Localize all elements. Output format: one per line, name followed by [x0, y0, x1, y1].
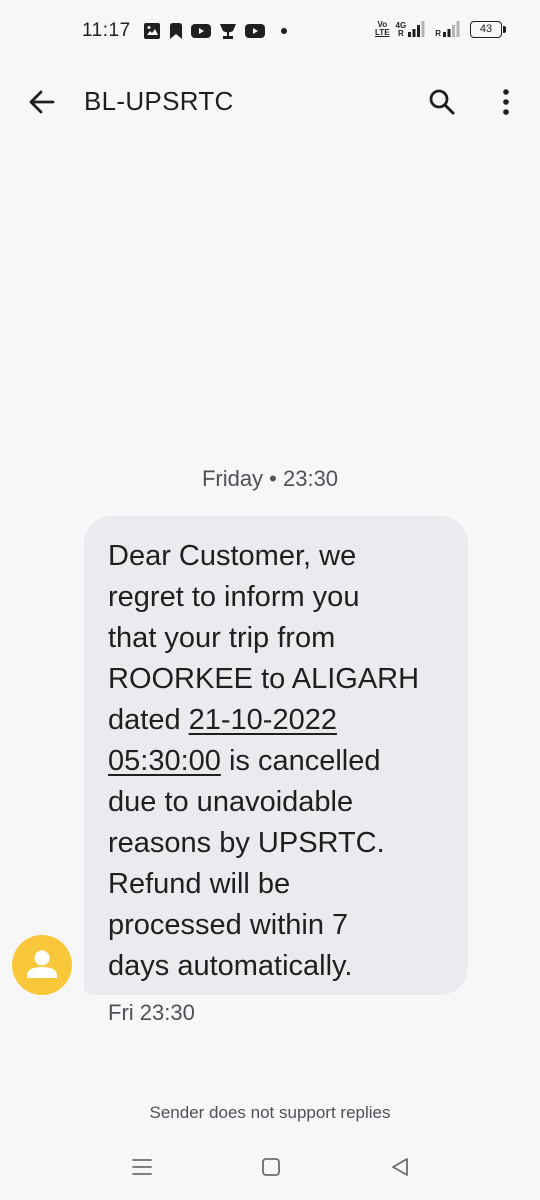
- conversation-title: BL-UPSRTC: [84, 86, 234, 116]
- status-bar: 11:17 Vo LTE 4G R R 43: [0, 0, 540, 68]
- date-divider: Friday • 23:30: [201, 466, 339, 491]
- roaming-label: R: [397, 29, 404, 38]
- youtube-icon: [191, 23, 211, 39]
- person-icon: [27, 950, 57, 978]
- youtube-icon: [245, 23, 265, 39]
- app-bar: BL-UPSRTC: [0, 68, 540, 136]
- message-text: is cancelled: [220, 745, 381, 777]
- navigation-icon: [168, 22, 184, 40]
- message-bubble[interactable]: Dear Customer, we regret to inform you t…: [84, 516, 468, 995]
- triangle-back-icon: [392, 1158, 408, 1176]
- arrow-back-icon: [29, 90, 55, 114]
- message-line: regret to inform you: [108, 581, 360, 613]
- notification-icons: [143, 22, 288, 40]
- menu-icon: [132, 1159, 152, 1175]
- more-vert-icon: [503, 89, 509, 115]
- signal-4g-indicator: 4G R: [396, 20, 426, 38]
- message-line: ROORKEE to ALIGARH: [108, 663, 420, 695]
- system-nav-bar: [0, 1140, 540, 1200]
- status-time: 11:17: [82, 20, 131, 41]
- time-link[interactable]: 05:30:00: [108, 745, 221, 777]
- battery-icon: 43: [470, 20, 506, 38]
- message-line: dated 21-10-2022: [108, 700, 448, 741]
- home-button[interactable]: [253, 1152, 289, 1182]
- signal-sim2-indicator: R: [435, 20, 460, 38]
- message-line: Refund will be: [108, 868, 291, 900]
- message-line: 05:30:00 is cancelled: [108, 741, 448, 782]
- roaming-label-2: R: [435, 29, 441, 38]
- system-icons: Vo LTE 4G R R 43: [375, 20, 506, 38]
- message-line: due to unavoidable: [108, 786, 354, 818]
- no-reply-notice: Sender does not support replies: [149, 1103, 391, 1122]
- square-icon: [262, 1158, 280, 1176]
- signal-bars-icon: [443, 21, 460, 37]
- trophy-icon: [218, 22, 238, 40]
- image-icon: [143, 22, 161, 40]
- back-button[interactable]: [22, 82, 62, 122]
- message-line: that your trip from: [108, 622, 336, 654]
- message-text: dated: [108, 704, 189, 736]
- volte-label-bottom: LTE: [375, 28, 390, 37]
- message-timestamp: Fri 23:30: [108, 1000, 195, 1025]
- volte-indicator: Vo LTE: [375, 21, 390, 37]
- sender-avatar[interactable]: [12, 935, 72, 995]
- date-link[interactable]: 21-10-2022: [189, 704, 337, 736]
- search-button[interactable]: [422, 82, 462, 122]
- search-icon: [429, 89, 455, 115]
- more-options-button[interactable]: [486, 82, 526, 122]
- message-line: days automatically.: [108, 950, 353, 982]
- message-line: processed within 7: [108, 909, 349, 941]
- nav-back-button[interactable]: [382, 1152, 418, 1182]
- dot-icon: [280, 27, 288, 35]
- signal-bars-icon: [408, 21, 425, 37]
- recents-button[interactable]: [124, 1152, 160, 1182]
- message-line: reasons by UPSRTC.: [108, 827, 385, 859]
- message-line: Dear Customer, we: [108, 540, 357, 572]
